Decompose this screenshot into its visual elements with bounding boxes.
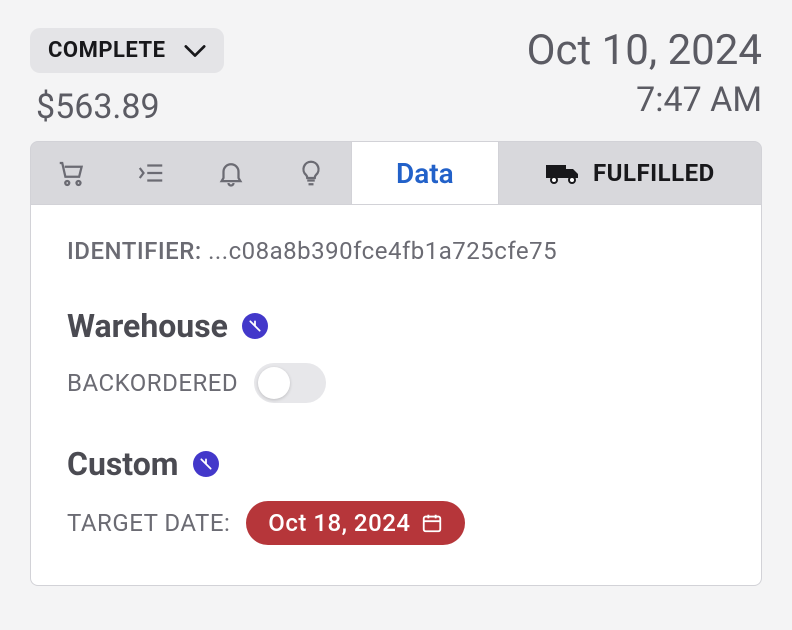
warehouse-info-badge[interactable]	[242, 313, 268, 339]
warehouse-title: Warehouse	[67, 307, 228, 345]
truck-icon	[545, 162, 581, 184]
custom-title: Custom	[67, 445, 179, 483]
tab-strip: Data FULFILLED	[30, 141, 762, 205]
list-indent-icon	[136, 158, 166, 188]
tab-insights[interactable]	[271, 142, 351, 204]
target-date-chip[interactable]: Oct 18, 2024	[246, 501, 464, 545]
tab-data-label: Data	[396, 157, 454, 190]
status-dropdown[interactable]: COMPLETE	[30, 28, 224, 73]
custom-info-badge[interactable]	[193, 451, 219, 477]
backordered-toggle[interactable]	[254, 363, 326, 403]
order-time: 7:47 AM	[527, 80, 762, 120]
tab-notifications[interactable]	[191, 142, 271, 204]
chevron-down-icon	[184, 44, 206, 58]
warehouse-section-title: Warehouse	[67, 307, 725, 345]
backordered-label: BACKORDERED	[67, 369, 238, 397]
tab-list[interactable]	[111, 142, 191, 204]
info-icon	[248, 319, 262, 333]
tab-fulfilled-label: FULFILLED	[593, 159, 715, 187]
cart-icon	[56, 158, 86, 188]
toggle-knob	[258, 367, 290, 399]
info-icon	[199, 457, 213, 471]
order-amount: $563.89	[30, 87, 224, 127]
calendar-icon	[421, 512, 443, 534]
lightbulb-icon	[296, 158, 326, 188]
order-date: Oct 10, 2024	[527, 28, 762, 74]
identifier-label: IDENTIFIER:	[67, 237, 202, 265]
custom-section-title: Custom	[67, 445, 725, 483]
identifier-value: ...c08a8b390fce4fb1a725cfe75	[208, 237, 557, 265]
tab-data[interactable]: Data	[351, 142, 499, 205]
target-date-label: TARGET DATE:	[67, 509, 230, 537]
identifier-row: IDENTIFIER: ...c08a8b390fce4fb1a725cfe75	[67, 237, 725, 265]
data-panel: IDENTIFIER: ...c08a8b390fce4fb1a725cfe75…	[30, 205, 762, 586]
tab-cart[interactable]	[31, 142, 111, 204]
tab-fulfilled[interactable]: FULFILLED	[499, 142, 761, 204]
bell-icon	[216, 158, 246, 188]
target-date-value: Oct 18, 2024	[268, 509, 410, 537]
status-label: COMPLETE	[48, 38, 166, 63]
